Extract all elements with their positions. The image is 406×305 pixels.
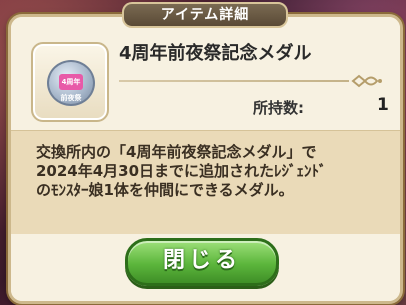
item-description: 交換所内の「4周年前夜祭記念メダル」で 2024年4月30日までに追加されたﾚｼ… <box>36 143 327 199</box>
medal-icon: 4周年 前夜祭 <box>47 60 95 106</box>
close-button[interactable]: 閉じる <box>125 238 279 286</box>
divider <box>119 80 349 82</box>
medal-label: 4周年 前夜祭 <box>59 74 83 102</box>
item-name: 4周年前夜祭記念メダル <box>119 43 312 64</box>
owned-count: 1 <box>377 95 389 115</box>
dialog-title: アイテム詳細 <box>122 2 288 28</box>
owned-label: 所持数: <box>253 99 304 117</box>
item-icon-frame: 4周年 前夜祭 <box>31 42 109 122</box>
ornament-icon <box>351 74 382 88</box>
